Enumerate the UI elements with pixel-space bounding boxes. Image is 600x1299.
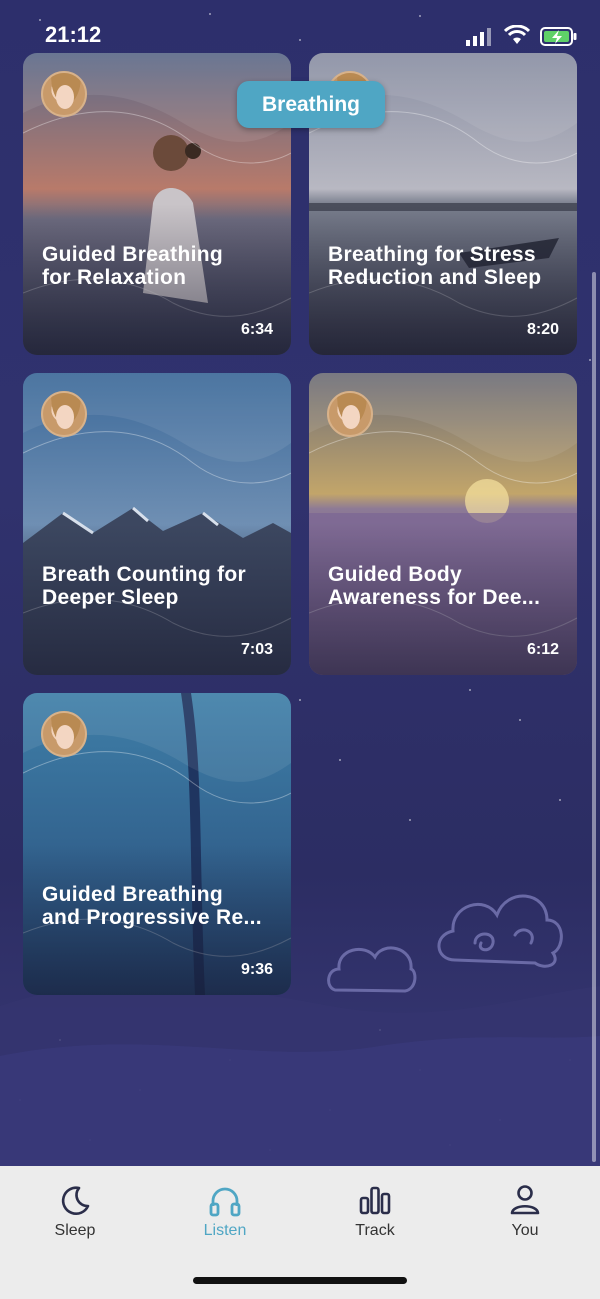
card-duration: 6:34 [240,321,273,338]
tab-label: You [511,1222,539,1239]
moon-icon [61,1186,90,1215]
headphones-icon [209,1187,241,1217]
tab-label: Track [355,1222,395,1239]
clock: 21:12 [45,22,102,47]
card-duration: 6:12 [526,641,559,658]
bar-chart-icon [359,1186,391,1215]
category-pill[interactable]: Breathing [237,81,385,128]
card-title: Guided Breathing and Progressive Re... [42,883,262,929]
tab-listen[interactable]: Listen [150,1166,300,1266]
tab-track[interactable]: Track [300,1166,450,1266]
card-title: Breathing for Stress Reduction and Sleep [328,243,542,289]
tab-you[interactable]: You [450,1166,600,1266]
card-duration: 9:36 [240,961,273,978]
narrator-avatar [327,391,373,437]
narrator-avatar [41,391,87,437]
wifi-icon [504,25,530,44]
narrator-avatar [41,711,87,757]
session-card[interactable]: Breath Counting for Deeper Sleep 7:03 [23,373,291,675]
home-indicator[interactable] [193,1277,407,1284]
status-bar: 21:12 [0,0,600,52]
session-card[interactable]: Guided Body Awareness for Dee... 6:12 [309,373,577,675]
card-duration: 8:20 [526,321,559,338]
narrator-avatar [41,71,87,117]
tab-label: Sleep [54,1222,96,1239]
card-title: Breath Counting for Deeper Sleep [42,563,247,609]
tab-label: Listen [203,1222,247,1239]
card-duration: 7:03 [240,641,273,658]
scrollbar[interactable] [592,272,596,1162]
card-title: Guided Breathing for Relaxation [42,243,223,289]
card-title: Guided Body Awareness for Dee... [328,563,541,609]
battery-charging-icon [540,27,577,46]
session-card[interactable]: Guided Breathing and Progressive Re... 9… [23,693,291,995]
cellular-signal-icon [466,28,491,46]
tab-sleep[interactable]: Sleep [0,1166,150,1266]
person-icon [510,1185,540,1215]
clouds-decoration [327,894,563,993]
